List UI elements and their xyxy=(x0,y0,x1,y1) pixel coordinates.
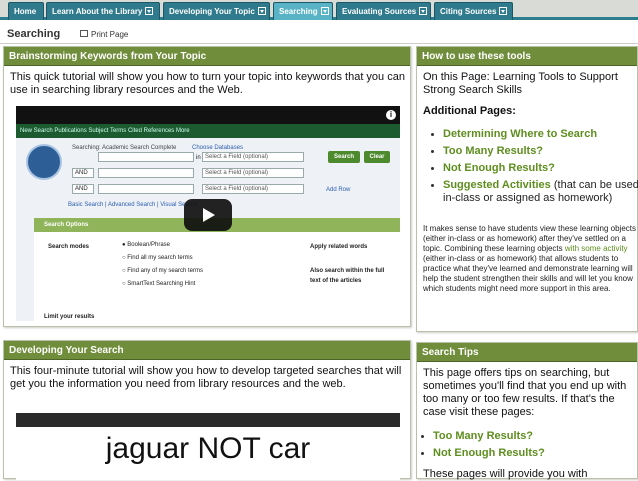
tab-evaluating-sources[interactable]: Evaluating Sources xyxy=(336,2,431,20)
list-item: Not Enough Results? xyxy=(427,162,638,175)
limit-results-label: Limit your results xyxy=(44,314,95,320)
mode-option[interactable]: ○ Find any of my search terms xyxy=(122,266,203,276)
mode-option[interactable]: ○ Find all my search terms xyxy=(122,253,193,263)
brainstorm-heading: Brainstorming Keywords from Your Topic xyxy=(4,47,410,66)
list-item: Suggested Activities (that can be used i… xyxy=(427,179,638,205)
bool-select-3[interactable]: AND xyxy=(72,184,94,194)
tab-label: Citing Sources xyxy=(440,7,497,16)
print-page-link[interactable]: Print Page xyxy=(80,30,128,39)
print-label: Print Page xyxy=(91,30,129,39)
list-item: Too Many Results? xyxy=(417,430,631,443)
bool-select-2[interactable]: AND xyxy=(72,168,94,178)
brainstorm-box: Brainstorming Keywords from Your Topic T… xyxy=(3,46,411,327)
tab-label: Learn About the Library xyxy=(52,7,143,16)
determining-link[interactable]: Determining Where to Search xyxy=(443,128,597,140)
search-options-panel: Search modes ● Boolean/Phrase ○ Find all… xyxy=(34,232,400,321)
tips-links-list: Too Many Results? Not Enough Results? xyxy=(417,430,631,464)
play-button-icon[interactable] xyxy=(184,199,232,231)
tab-searching[interactable]: Searching xyxy=(273,2,333,20)
list-item: Determining Where to Search xyxy=(427,128,638,141)
additional-pages-list: Determining Where to Search Too Many Res… xyxy=(427,128,638,209)
tab-learn-about-the-library[interactable]: Learn About the Library xyxy=(46,2,160,20)
printer-icon xyxy=(80,30,88,38)
developing-heading: Developing Your Search xyxy=(4,341,410,360)
search-type-links[interactable]: Basic Search | Advanced Search | Visual … xyxy=(68,200,197,210)
ebsco-nav: New Search Publications Subject Terms Ci… xyxy=(16,124,400,138)
search-input-2[interactable] xyxy=(98,168,194,178)
brainstorm-text: This quick tutorial will show you how to… xyxy=(10,71,405,96)
mode-label: Find any of my search terms xyxy=(127,268,203,274)
suggested-activities-link[interactable]: Suggested Activities xyxy=(443,179,551,191)
howto-heading: How to use these tools xyxy=(417,47,637,66)
tab-developing-your-topic[interactable]: Developing Your Topic xyxy=(163,2,270,20)
mode-option[interactable]: ● Boolean/Phrase xyxy=(122,240,170,250)
video-caption: jaguar NOT car xyxy=(105,432,311,465)
tips-footer-text: These pages will provide you with xyxy=(423,468,588,480)
in-label: in xyxy=(196,155,201,161)
dropdown-icon[interactable] xyxy=(320,6,329,15)
search-tips-text: This page offers tips on searching, but … xyxy=(423,367,627,418)
video-player-developing[interactable]: jaguar NOT car xyxy=(16,413,400,480)
tab-home[interactable]: Home xyxy=(8,2,44,20)
apply-related-label: Apply related words xyxy=(310,244,368,250)
tab-label: Developing Your Topic xyxy=(169,7,255,16)
list-item: Not Enough Results? xyxy=(417,447,631,460)
too-many-results-link[interactable]: Too Many Results? xyxy=(433,430,533,442)
also-search-label: Also search within the full text of the … xyxy=(310,268,385,284)
howto-intro: On this Page: Learning Tools to Support … xyxy=(423,71,618,96)
search-button[interactable]: Search xyxy=(328,151,360,163)
tab-label: Home xyxy=(14,7,37,16)
video-top-bar: i xyxy=(16,106,400,124)
tab-citing-sources[interactable]: Citing Sources xyxy=(434,2,513,20)
advanced-search-link[interactable]: Advanced Search xyxy=(108,202,155,208)
page-title: Searching xyxy=(7,28,61,40)
howto-paragraph: It makes sense to have students view the… xyxy=(423,224,638,294)
dropdown-icon[interactable] xyxy=(419,6,428,15)
howto-box: How to use these tools On this Page: Lea… xyxy=(416,46,638,332)
search-tips-heading: Search Tips xyxy=(417,343,637,362)
search-input-1[interactable] xyxy=(98,152,194,162)
search-tips-box: Search Tips This page offers tips on sea… xyxy=(416,342,638,480)
dropdown-icon[interactable] xyxy=(499,6,508,15)
field-select-2[interactable]: Select a Field (optional) xyxy=(202,168,304,178)
tab-label: Searching xyxy=(279,7,318,16)
field-select-1[interactable]: Select a Field (optional) xyxy=(202,152,304,162)
search-input-3[interactable] xyxy=(98,184,194,194)
tab-label: Evaluating Sources xyxy=(342,7,417,16)
clear-button[interactable]: Clear xyxy=(364,151,390,163)
page-header: Searching Print Page xyxy=(0,23,638,44)
not-enough-results-link[interactable]: Not Enough Results? xyxy=(443,162,555,174)
dropdown-icon[interactable] xyxy=(145,6,154,15)
search-modes-label: Search modes xyxy=(48,244,90,250)
not-enough-results-link[interactable]: Not Enough Results? xyxy=(433,447,545,459)
mode-label: Boolean/Phrase xyxy=(127,242,170,248)
developing-box: Developing Your Search This four-minute … xyxy=(3,340,411,480)
list-item: Too Many Results? xyxy=(427,145,638,158)
info-icon[interactable]: i xyxy=(386,110,396,120)
tab-bar: Home Learn About the Library Developing … xyxy=(0,0,638,20)
video-player-brainstorm[interactable]: i New Search Publications Subject Terms … xyxy=(16,106,400,321)
field-select-3[interactable]: Select a Field (optional) xyxy=(202,184,304,194)
activity-link[interactable]: with some activity xyxy=(565,244,628,253)
mode-label: Find all my search terms xyxy=(127,255,193,261)
too-many-results-link[interactable]: Too Many Results? xyxy=(443,145,543,157)
ebsco-logo xyxy=(26,144,62,180)
mode-option[interactable]: ○ SmartText Searching Hint xyxy=(122,279,195,289)
additional-pages-heading: Additional Pages: xyxy=(423,105,516,117)
dropdown-icon[interactable] xyxy=(257,6,266,15)
developing-text: This four-minute tutorial will show you … xyxy=(10,365,402,390)
basic-search-link[interactable]: Basic Search xyxy=(68,202,103,208)
add-row-link[interactable]: Add Row xyxy=(326,185,350,195)
para-part: (either in-class or as homework) that al… xyxy=(423,254,633,293)
mode-label: SmartText Searching Hint xyxy=(127,281,196,287)
